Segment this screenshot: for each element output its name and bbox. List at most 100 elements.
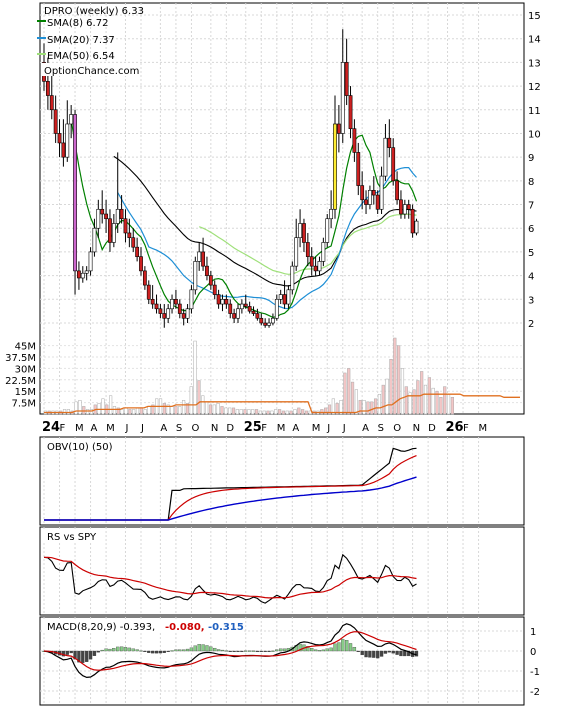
candle-body [294,237,299,267]
candle-body [216,294,221,305]
volume-bar [74,401,78,415]
price-tick-label: 4 [528,272,534,283]
watermark: OptionChance.com [44,66,139,77]
macd-histogram-bar [279,648,283,652]
macd-histogram-bar [403,650,407,657]
candle-body [197,251,202,262]
legend-sma20-swatch [37,37,46,39]
volume-bar [66,409,70,415]
volume-bar [235,409,239,415]
price-tick-label: 11 [528,106,541,117]
candle-body [92,227,97,253]
volume-bar [135,407,140,415]
candle-body [158,308,163,314]
macd-histogram-bar [379,650,384,657]
volume-bar [205,401,209,415]
macd-histogram-bar [395,650,399,655]
candle-body [80,272,85,279]
volume-bar [400,368,405,415]
macd-histogram-bar [244,650,248,652]
candle-body [224,299,229,305]
macd-histogram-bar [220,649,225,652]
volume-bar [274,409,278,415]
candle-body [414,220,419,234]
candle-body [73,114,77,272]
candle-body [162,313,167,319]
candle-body [232,313,237,319]
price-tick-label: 8 [528,177,534,188]
macd-histogram-bar [383,650,388,654]
volume-bar [354,389,358,415]
candle-body [193,261,198,291]
volume-bar [377,393,382,415]
candle-body [139,256,143,272]
candle-body [313,265,318,272]
x-tick-label: O [393,423,401,434]
volume-bar [124,407,128,415]
macd-histogram-bar [333,643,337,652]
volume-bar [293,409,297,415]
candle-body [100,208,105,215]
x-tick-label: A [160,423,167,434]
macd-histogram-bar [116,646,120,652]
candle-body [77,270,81,279]
macd-histogram-bar [189,647,194,652]
candle-body [142,270,147,286]
macd-histogram-bar [364,650,368,658]
macd-histogram-bar [247,650,252,652]
volume-tick-label: 7.5M [11,399,36,410]
candle-body [344,62,349,96]
volume-bar [343,372,347,415]
volume-bar [143,409,147,415]
candle-body [305,242,310,257]
x-tick-label: M [312,423,321,434]
legend-ema50-swatch [37,53,46,55]
macd-histogram-bar [282,648,287,652]
candle-body [383,137,388,177]
x-tick-label: J [124,423,128,434]
price-tick-label: 6 [528,224,534,235]
macd-histogram-bar [321,649,326,652]
macd-histogram-bar [228,650,232,652]
volume-bar [389,359,393,415]
price-tick-label: 5 [528,248,534,259]
macd-histogram-bar [341,639,345,652]
volume-bar [320,409,324,415]
x-tick-label: M [479,423,488,434]
volume-bar [212,404,216,415]
macd-hist-value: -0.315 [208,622,244,633]
macd-histogram-bar [127,647,132,652]
candle-body [96,208,101,229]
volume-bar [247,409,251,415]
candle-body [127,232,132,239]
volume-bar [270,410,274,415]
volume-bar [112,406,117,415]
macd-histogram-bar [337,642,341,652]
candle-body [267,322,271,326]
macd-histogram-bar [197,644,201,652]
candle-body [154,303,159,310]
candle-body [309,256,314,267]
volume-tick-label: 37.5M [5,353,36,364]
x-tick-label: A [91,423,98,434]
volume-bar [181,400,186,415]
volume-bar [224,407,228,415]
macd-histogram-bar [368,650,372,658]
macd-histogram-bar [348,643,353,652]
macd-histogram-bar [267,650,271,652]
macd-histogram-bar [329,647,333,652]
volume-tick-label: 22.5M [5,376,36,387]
volume-bar [132,409,136,415]
volume-bar [301,409,305,415]
volume-bar [208,404,213,415]
macd-histogram-bar [201,644,205,652]
x-tick-label: J [326,423,330,434]
volume-bar [82,406,86,415]
volume-bar [347,368,351,415]
candle-body [391,147,396,182]
volume-bar [423,384,428,415]
macd-histogram-bar [251,650,256,652]
macd-tick-label: 0 [530,647,536,658]
macd-histogram-bar [391,650,395,654]
volume-bar [178,406,182,415]
